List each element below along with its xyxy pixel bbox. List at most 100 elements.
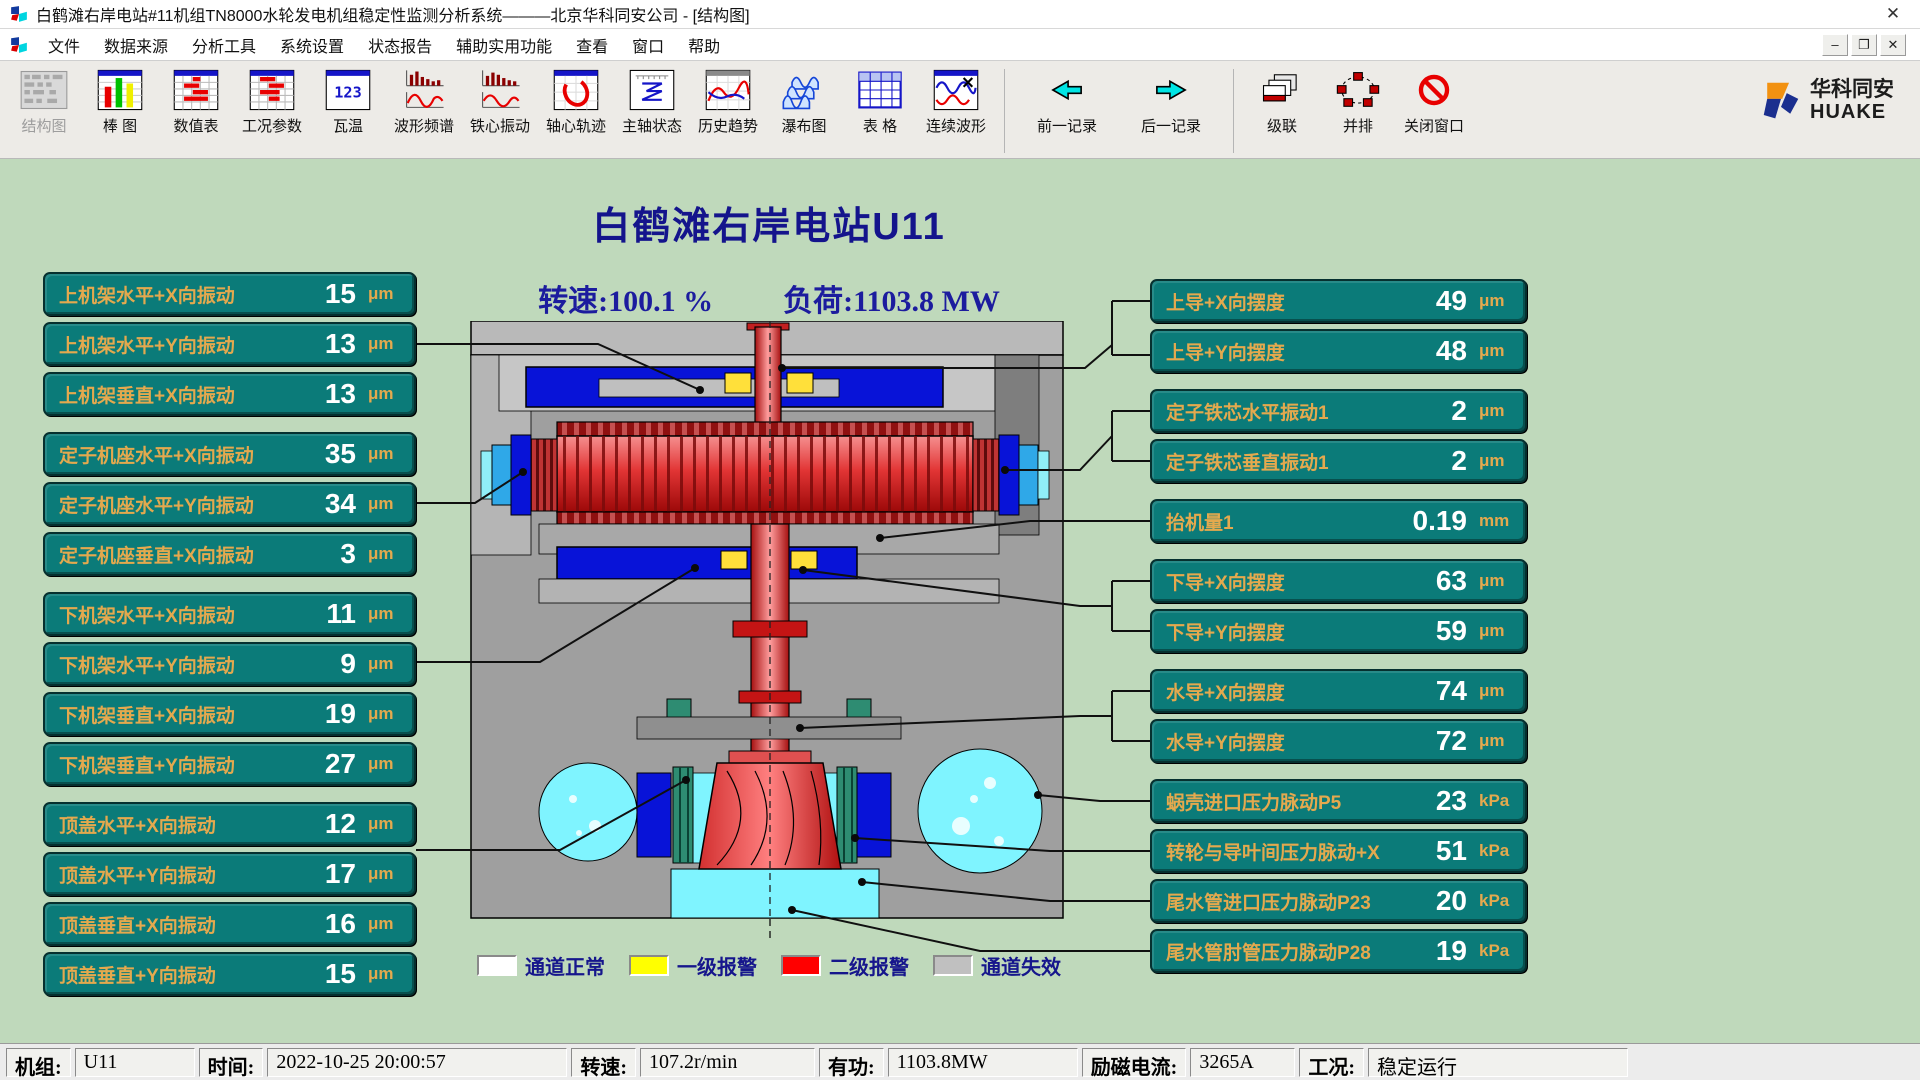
measurement-panel[interactable]: 下导+X向摆度63μm xyxy=(1150,559,1527,603)
measurement-panel[interactable]: 上机架水平+X向振动15μm xyxy=(43,272,416,316)
measurement-panel[interactable]: 定子机座水平+Y向振动34μm xyxy=(43,482,416,526)
legend-label: 一级报警 xyxy=(677,951,757,980)
menu-item-6[interactable]: 查看 xyxy=(564,29,620,61)
mdi-child-icon xyxy=(10,36,28,54)
measurement-panel[interactable]: 抬机量10.19mm xyxy=(1150,499,1527,543)
toolbar-button-numtable[interactable]: 数值表 xyxy=(158,67,234,153)
panel-value: 15 xyxy=(278,278,356,310)
legend-item-1: 一级报警 xyxy=(629,951,757,980)
panel-label: 下机架垂直+Y向振动 xyxy=(59,751,278,778)
legend-item-3: 通道失效 xyxy=(933,951,1061,980)
measurement-panel[interactable]: 顶盖水平+X向振动12μm xyxy=(43,802,416,846)
toolbar-button-next[interactable]: 后一记录 xyxy=(1119,67,1223,153)
brand-name-cn: 华科同安 xyxy=(1810,78,1894,101)
menu-item-4[interactable]: 状态报告 xyxy=(356,29,444,61)
measurement-panel[interactable]: 转轮与导叶间压力脉动+X51kPa xyxy=(1150,829,1527,873)
status-field-label: 有功: xyxy=(819,1048,884,1077)
panel-unit: kPa xyxy=(1467,941,1519,961)
measurement-panel[interactable]: 下机架垂直+X向振动19μm xyxy=(43,692,416,736)
toolbar-button-orbit[interactable]: 轴心轨迹 xyxy=(538,67,614,153)
toolbar-button-tile[interactable]: 并排 xyxy=(1320,67,1396,153)
panel-value: 2 xyxy=(1389,395,1467,427)
measurement-panel[interactable]: 下机架水平+Y向振动9μm xyxy=(43,642,416,686)
menu-item-8[interactable]: 帮助 xyxy=(676,29,732,61)
panel-unit: μm xyxy=(356,544,408,564)
panel-value: 17 xyxy=(278,858,356,890)
toolbar-button-cascade[interactable]: 级联 xyxy=(1244,67,1320,153)
measurement-panel[interactable]: 下机架垂直+Y向振动27μm xyxy=(43,742,416,786)
toolbar-button-spectrum[interactable]: 波形频谱 xyxy=(386,67,462,153)
measurement-panel[interactable]: 定子机座垂直+X向振动3μm xyxy=(43,532,416,576)
menu-item-3[interactable]: 系统设置 xyxy=(268,29,356,61)
toolbar-button-trend[interactable]: 历史趋势 xyxy=(690,67,766,153)
menu-item-2[interactable]: 分析工具 xyxy=(180,29,268,61)
mdi-minimize-button[interactable]: – xyxy=(1822,34,1848,56)
panel-label: 上导+Y向摆度 xyxy=(1166,338,1389,365)
spectrum-icon xyxy=(398,67,450,113)
toolbar-button-prev[interactable]: 前一记录 xyxy=(1015,67,1119,153)
measurement-panel[interactable]: 尾水管肘管压力脉动P2819kPa xyxy=(1150,929,1527,973)
menu-item-0[interactable]: 文件 xyxy=(36,29,92,61)
measurement-panel[interactable]: 顶盖水平+Y向振动17μm xyxy=(43,852,416,896)
panel-label: 上导+X向摆度 xyxy=(1166,288,1389,315)
measurement-panel[interactable]: 顶盖垂直+Y向振动15μm xyxy=(43,952,416,996)
menu-item-1[interactable]: 数据来源 xyxy=(92,29,180,61)
toolbar-button-corevib[interactable]: 铁心振动 xyxy=(462,67,538,153)
measurement-panel[interactable]: 水导+Y向摆度72μm xyxy=(1150,719,1527,763)
measurement-panel[interactable]: 上机架垂直+X向振动13μm xyxy=(43,372,416,416)
turbine-cross-section xyxy=(459,321,1079,919)
toolbar-button-label: 主轴状态 xyxy=(622,115,682,136)
measurement-panel[interactable]: 上机架水平+Y向振动13μm xyxy=(43,322,416,366)
panel-label: 上机架垂直+X向振动 xyxy=(59,381,278,408)
measurement-panel[interactable]: 下机架水平+X向振动11μm xyxy=(43,592,416,636)
panel-value: 34 xyxy=(278,488,356,520)
cascade-icon xyxy=(1256,67,1308,113)
speed-readout: 转速:100.1 % xyxy=(538,276,713,320)
measurement-panel[interactable]: 定子铁芯水平振动12μm xyxy=(1150,389,1527,433)
status-field-label: 机组: xyxy=(6,1048,71,1077)
waterfall-icon xyxy=(778,67,830,113)
trend-icon xyxy=(702,67,754,113)
legend-label: 通道正常 xyxy=(525,951,605,980)
mdi-close-button[interactable]: ✕ xyxy=(1880,34,1906,56)
panel-value: 35 xyxy=(278,438,356,470)
measurement-panel[interactable]: 顶盖垂直+X向振动16μm xyxy=(43,902,416,946)
toolbar-button-barchart[interactable]: 棒 图 xyxy=(82,67,158,153)
right-measurement-column: 上导+X向摆度49μm 上导+Y向摆度48μm 定子铁芯水平振动12μm 定子铁芯垂直… xyxy=(1150,279,1527,989)
left-measurement-column: 上机架水平+X向振动15μm 上机架水平+Y向振动13μm 上机架垂直+X向振动13… xyxy=(43,272,416,1012)
panel-label: 水导+X向摆度 xyxy=(1166,678,1389,705)
next-icon xyxy=(1145,67,1197,113)
panel-label: 下机架垂直+X向振动 xyxy=(59,701,278,728)
panel-label: 水导+Y向摆度 xyxy=(1166,728,1389,755)
measurement-panel[interactable]: 上导+X向摆度49μm xyxy=(1150,279,1527,323)
panel-value: 72 xyxy=(1389,725,1467,757)
measurement-panel[interactable]: 定子机座水平+X向振动35μm xyxy=(43,432,416,476)
panel-label: 下机架水平+X向振动 xyxy=(59,601,278,628)
panel-value: 2 xyxy=(1389,445,1467,477)
measurement-panel[interactable]: 定子铁芯垂直振动12μm xyxy=(1150,439,1527,483)
toolbar-button-padtemp[interactable]: 123瓦温 xyxy=(310,67,386,153)
toolbar-button-shaftstate[interactable]: 主轴状态 xyxy=(614,67,690,153)
measurement-panel[interactable]: 蜗壳进口压力脉动P523kPa xyxy=(1150,779,1527,823)
menu-item-5[interactable]: 辅助实用功能 xyxy=(444,29,564,61)
mdi-restore-button[interactable]: ❐ xyxy=(1851,34,1877,56)
measurement-panel[interactable]: 水导+X向摆度74μm xyxy=(1150,669,1527,713)
panel-unit: μm xyxy=(356,864,408,884)
toolbar-button-contwave[interactable]: 连续波形 xyxy=(918,67,994,153)
panel-unit: kPa xyxy=(1467,841,1519,861)
measurement-panel[interactable]: 上导+Y向摆度48μm xyxy=(1150,329,1527,373)
padtemp-icon: 123 xyxy=(322,67,374,113)
measurement-panel[interactable]: 下导+Y向摆度59μm xyxy=(1150,609,1527,653)
panel-value: 0.19 xyxy=(1389,505,1467,537)
panel-label: 抬机量1 xyxy=(1166,508,1389,535)
toolbar-button-paramtable[interactable]: 工况参数 xyxy=(234,67,310,153)
panel-unit: μm xyxy=(1467,341,1519,361)
toolbar-button-waterfall[interactable]: 瀑布图 xyxy=(766,67,842,153)
window-close-button[interactable]: ✕ xyxy=(1876,4,1910,24)
menu-item-7[interactable]: 窗口 xyxy=(620,29,676,61)
toolbar-button-closewin[interactable]: 关闭窗口 xyxy=(1396,67,1472,153)
legend-label: 通道失效 xyxy=(981,951,1061,980)
measurement-panel[interactable]: 尾水管进口压力脉动P2320kPa xyxy=(1150,879,1527,923)
toolbar-button-gridtable[interactable]: 表 格 xyxy=(842,67,918,153)
right-panel-group-5: 蜗壳进口压力脉动P523kPa 转轮与导叶间压力脉动+X51kPa 尾水管进口压力脉… xyxy=(1150,779,1527,973)
